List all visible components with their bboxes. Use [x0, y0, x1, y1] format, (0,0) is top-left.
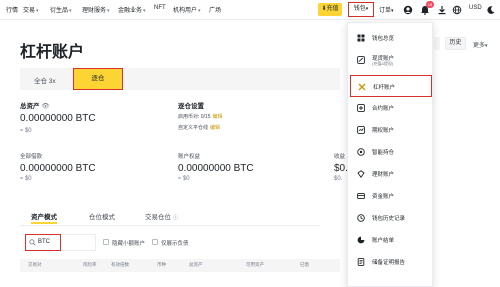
menu-item-earn-account[interactable]: 理财账户 — [350, 163, 432, 185]
wallet-dropdown-menu: 钱包总览 现货账户 (充值&提现) 杠杆账户 合约账户 期权账户 智能持仓 理财… — [347, 22, 433, 287]
menu-item-margin-account[interactable]: 杠杆账户 — [350, 75, 432, 97]
user-icon[interactable] — [403, 5, 413, 15]
wallet-button[interactable]: 钱包▾ — [348, 2, 374, 17]
menu-item-proof-of-reserves[interactable]: 储备证明报告 — [350, 251, 432, 273]
tab-trade-position[interactable]: 交易仓位 ⓘ — [145, 211, 178, 221]
chevron-down-icon: ▾ — [391, 8, 394, 14]
proof-icon — [357, 258, 365, 266]
nav-institutional[interactable]: 机构用户▾ — [173, 5, 201, 14]
isolated-settings-label: 逐仓设置 — [178, 103, 204, 110]
notification-badge: 18 — [426, 1, 434, 8]
column-header: 有效倍数 — [111, 262, 129, 267]
equity-label: 账户权益 — [178, 154, 201, 160]
chevron-down-icon: ▾ — [36, 8, 39, 14]
chevron-down-icon: ▾ — [107, 8, 110, 14]
only-debt-label: 仅展示负债 — [161, 240, 189, 247]
column-header: 可用资产 — [246, 262, 264, 267]
edit-pairs-link[interactable]: 编辑 — [213, 114, 223, 120]
futures-icon — [357, 104, 365, 112]
chevron-down-icon: ▾ — [69, 8, 72, 14]
equity-fiat: ≈ $0 — [178, 176, 190, 182]
eye-icon[interactable]: 👁 — [41, 103, 49, 110]
spot-icon — [357, 56, 365, 64]
info-icon: ⓘ — [172, 215, 178, 221]
chevron-down-icon: ▾ — [485, 43, 488, 49]
custom-liquidation: 自定义平仓线 编辑 — [178, 125, 221, 131]
column-header: 总资产 — [189, 262, 203, 267]
tabs-divider — [20, 225, 320, 226]
hide-small-checkbox[interactable] — [103, 239, 109, 245]
tab-position-mode[interactable]: 仓位模式 — [89, 211, 115, 221]
nav-earn[interactable]: 理财服务▾ — [82, 5, 110, 14]
equity-value: 0.00000000 BTC — [178, 163, 254, 174]
pnl-value-secondary: $0. — [334, 176, 343, 182]
menu-item-account-statement[interactable]: 账户结单 — [350, 229, 432, 251]
tab-cross-margin[interactable]: 全仓 3x — [34, 75, 56, 85]
total-debt-value: 0.00000000 BTC — [20, 163, 96, 174]
column-header: 币种 — [157, 262, 166, 267]
nav-markets[interactable]: 行情 — [6, 5, 18, 14]
search-icon — [29, 239, 36, 246]
options-icon — [357, 126, 365, 134]
active-tab-indicator — [31, 222, 57, 224]
orders-button[interactable]: 订单▾ — [379, 5, 394, 14]
total-assets-fiat: ≈ $0 — [20, 128, 32, 134]
nav-trade[interactable]: 交易▾ — [23, 5, 39, 14]
total-assets-value: 0.00000000 BTC — [20, 113, 96, 124]
pnl-label: 收益 — [334, 154, 346, 160]
menu-item-wallet-overview[interactable]: 钱包总览 — [350, 27, 432, 49]
deposit-button[interactable]: ⬇充值 — [318, 3, 342, 16]
nav-derivatives[interactable]: 衍生品▾ — [50, 5, 72, 14]
total-debt-label: 全部借款 — [20, 154, 43, 160]
funding-icon — [357, 193, 365, 200]
history-icon — [357, 214, 365, 222]
earn-icon — [357, 170, 365, 178]
menu-item-options-account[interactable]: 期权账户 — [350, 119, 432, 141]
nav-finance[interactable]: 金融业务▾ — [118, 5, 146, 14]
more-button[interactable]: 更多▾ — [473, 40, 488, 49]
menu-item-spot-account[interactable]: 现货账户 (充值&提现) — [350, 49, 432, 71]
menu-item-funding-account[interactable]: 资金账户 — [350, 185, 432, 207]
header-action-edge — [434, 37, 440, 50]
grid-icon — [357, 34, 365, 42]
chevron-down-icon: ▾ — [143, 8, 146, 14]
chevron-down-icon: ▾ — [365, 6, 369, 12]
tab-isolated-margin[interactable]: 逐仓 — [73, 68, 123, 90]
chevron-down-icon: ▾ — [198, 8, 201, 14]
menu-item-futures-account[interactable]: 合约账户 — [350, 97, 432, 119]
menu-item-smart-position[interactable]: 智能持仓 — [350, 141, 432, 163]
pnl-value: $0. — [334, 163, 348, 174]
column-header: 已借 — [300, 262, 309, 267]
currency-selector[interactable]: USD — [469, 5, 482, 11]
leverage-icon — [358, 83, 366, 91]
total-assets-label: 总资产 👁 — [20, 103, 50, 110]
total-debt-fiat: ≈ $0 — [20, 176, 32, 182]
enabled-pairs: 启用币对: 0/15 编辑 — [178, 114, 223, 120]
statement-icon — [357, 236, 365, 244]
edit-liquidation-link[interactable]: 编辑 — [210, 125, 220, 131]
nav-nft[interactable]: NFT — [154, 5, 166, 11]
table-header — [20, 259, 340, 272]
column-header: 风险率 — [83, 262, 97, 267]
globe-icon[interactable] — [452, 5, 462, 15]
download-app-icon[interactable] — [437, 5, 447, 15]
menu-item-wallet-history[interactable]: 钱包历史记录 — [350, 207, 432, 229]
column-header: 交易对 — [28, 262, 42, 267]
hide-small-label: 隐藏小额账户 — [112, 240, 146, 247]
margin-mode-tabs — [20, 68, 340, 90]
theme-toggle-icon[interactable] — [486, 5, 496, 15]
page-title: 杠杆账户 — [20, 44, 85, 61]
history-button[interactable]: 历史 — [445, 37, 466, 50]
nav-square[interactable]: 广场 — [209, 5, 221, 14]
smart-icon — [357, 148, 365, 156]
search-field-extension[interactable] — [61, 234, 96, 251]
tab-asset-mode[interactable]: 资产模式 — [31, 211, 57, 221]
only-debt-checkbox[interactable] — [152, 239, 158, 245]
